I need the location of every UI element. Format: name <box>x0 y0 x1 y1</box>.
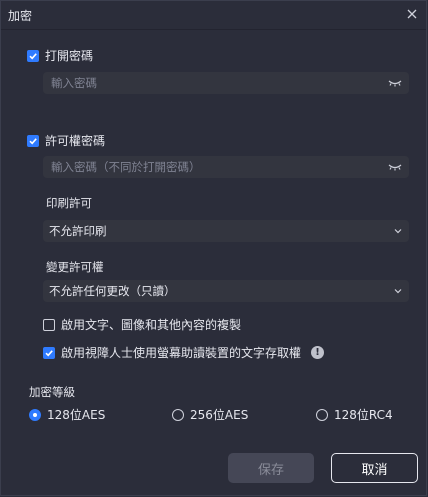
chevron-down-icon <box>394 289 402 294</box>
radio-option-128aes[interactable]: 128位AES <box>29 406 105 423</box>
radio-128rc4-label: 128位RC4 <box>334 408 393 422</box>
open-password-input[interactable]: 輸入密碼 <box>43 72 409 94</box>
eye-closed-icon[interactable] <box>388 162 402 172</box>
open-password-row[interactable]: 打開密碼 <box>27 47 93 64</box>
cancel-button[interactable]: 取消 <box>331 453 418 483</box>
permission-password-label: 許可權密碼 <box>45 134 106 148</box>
radio-128aes[interactable] <box>29 408 41 421</box>
chevron-down-icon <box>394 229 402 234</box>
change-permission-label: 變更許可權 <box>46 260 104 274</box>
radio-128rc4[interactable] <box>316 408 328 421</box>
radio-128aes-label: 128位AES <box>47 408 106 422</box>
accessibility-checkbox[interactable] <box>43 346 55 359</box>
print-permission-label: 印刷許可 <box>46 196 92 210</box>
copy-content-label: 啟用文字、圖像和其他內容的複製 <box>61 318 242 332</box>
encryption-dialog: 加密 打開密碼 輸入密碼 許可權密碼 輸入密碼（不同於打開密碼） 印刷許可 不允… <box>0 0 427 496</box>
dialog-title: 加密 <box>8 9 33 23</box>
open-password-checkbox[interactable] <box>27 49 39 62</box>
change-permission-select[interactable]: 不允許任何更改（只讀） <box>43 280 409 302</box>
check-icon <box>29 52 37 59</box>
print-permission-select[interactable]: 不允許印刷 <box>43 220 409 242</box>
open-password-placeholder: 輸入密碼 <box>51 76 97 90</box>
radio-option-128rc4[interactable]: 128位RC4 <box>316 406 393 423</box>
check-icon <box>29 137 37 144</box>
eye-closed-icon[interactable] <box>388 78 402 88</box>
copy-content-row[interactable]: 啟用文字、圖像和其他內容的複製 <box>43 316 241 333</box>
radio-256aes-label: 256位AES <box>190 408 249 422</box>
close-icon[interactable] <box>405 7 419 21</box>
accessibility-label: 啟用視障人士使用螢幕助讀裝置的文字存取權 <box>61 346 302 360</box>
title-divider <box>1 29 426 30</box>
encryption-level-label: 加密等級 <box>29 385 75 399</box>
accessibility-row[interactable]: 啟用視障人士使用螢幕助讀裝置的文字存取權 ! <box>43 344 325 361</box>
save-button[interactable]: 保存 <box>228 453 314 483</box>
check-icon <box>45 349 53 356</box>
open-password-label: 打開密碼 <box>45 49 94 63</box>
permission-password-input[interactable]: 輸入密碼（不同於打開密碼） <box>43 156 409 178</box>
permission-password-placeholder: 輸入密碼（不同於打開密碼） <box>51 160 201 174</box>
print-permission-value: 不允許印刷 <box>49 224 107 238</box>
permission-password-checkbox[interactable] <box>27 134 39 147</box>
change-permission-value: 不允許任何更改（只讀） <box>49 284 176 298</box>
copy-content-checkbox[interactable] <box>43 318 55 331</box>
info-icon[interactable]: ! <box>311 346 325 359</box>
radio-256aes[interactable] <box>172 408 184 421</box>
radio-option-256aes[interactable]: 256位AES <box>172 406 248 423</box>
permission-password-row[interactable]: 許可權密碼 <box>27 132 105 149</box>
